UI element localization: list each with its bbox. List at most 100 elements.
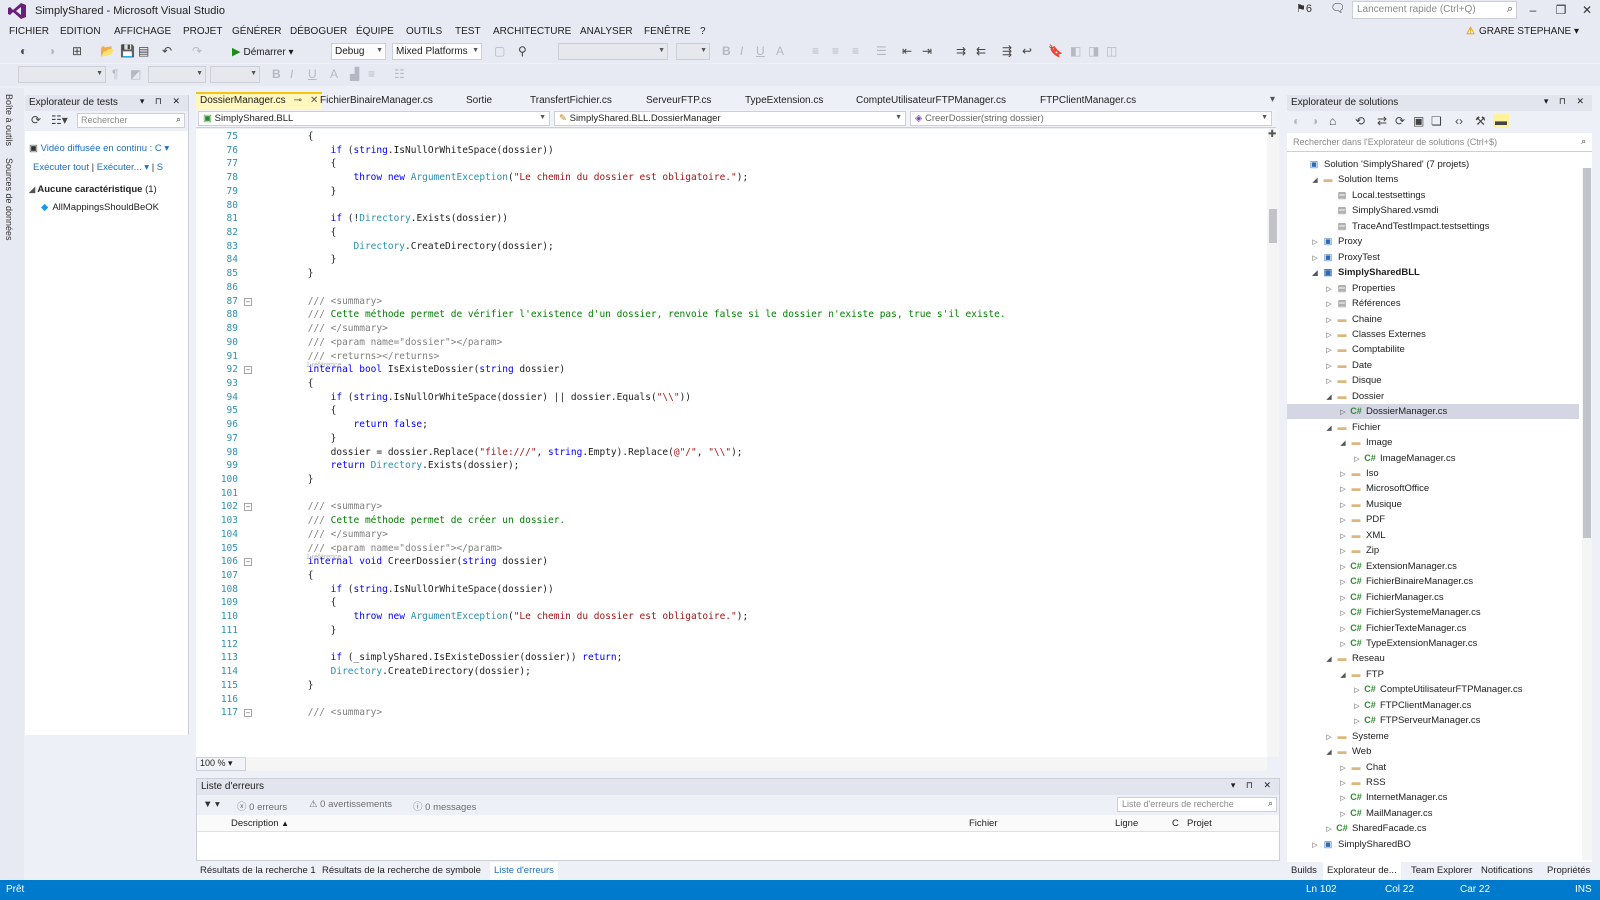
code-line[interactable]: 111 } — [196, 624, 1267, 638]
save-all-icon[interactable]: ▤ — [138, 44, 149, 58]
expand-icon[interactable]: ▷ — [1351, 699, 1363, 714]
expand-icon[interactable]: ▷ — [1351, 714, 1363, 729]
menu-help[interactable]: ? — [700, 26, 706, 37]
notifications-flag[interactable]: ⚑6 — [1296, 2, 1312, 15]
close-button[interactable]: ✕ — [1576, 3, 1598, 19]
expand-icon[interactable]: ▷ — [1337, 637, 1349, 652]
solution-tree-item[interactable]: ▷ C# FichierManager.cs — [1287, 590, 1579, 605]
menu-equipe[interactable]: ÉQUIPE — [356, 26, 394, 37]
solution-tree-item[interactable]: ◢ ▣ SimplySharedBLL — [1287, 265, 1579, 280]
restore-button[interactable]: ❐ — [1550, 3, 1572, 19]
solution-tree-item[interactable]: ▷ ▬ Disque — [1287, 373, 1579, 388]
menu-affichage[interactable]: AFFICHAGE — [114, 26, 171, 37]
forward-icon[interactable]: ◑ — [1311, 114, 1318, 128]
preview-icon[interactable]: ▬ — [1493, 114, 1509, 128]
solution-scrollbar[interactable] — [1582, 168, 1592, 860]
code-line[interactable]: 88 /// Cette méthode permet de vérifier … — [196, 308, 1267, 322]
solution-tree-item[interactable]: ▤ SimplyShared.vsmdi — [1287, 203, 1579, 218]
code-line[interactable]: 90 /// <param name="dossier"></param> — [196, 336, 1267, 350]
errors-toggle[interactable]: ⓧ 0 erreurs — [237, 799, 287, 813]
tab-fichierbinairemanager[interactable]: FichierBinaireManager.cs — [316, 92, 437, 110]
code-line[interactable]: 78 throw new ArgumentException("Le chemi… — [196, 171, 1267, 185]
solution-search-input[interactable]: Rechercher dans l'Explorateur de solutio… — [1287, 135, 1592, 152]
style-icon[interactable]: ◩ — [130, 67, 141, 81]
collapse-icon[interactable]: ◢ — [1309, 173, 1321, 188]
expand-icon[interactable]: ▷ — [1309, 235, 1321, 250]
tab-typeextension[interactable]: TypeExtension.cs — [741, 92, 827, 110]
minimize-button[interactable]: – — [1522, 3, 1544, 19]
col-fichier[interactable]: Fichier — [969, 818, 998, 829]
expand-icon[interactable]: ▷ — [1337, 575, 1349, 590]
code-line[interactable]: 93 { — [196, 377, 1267, 391]
align-right-icon[interactable]: ≡ — [852, 44, 859, 58]
code-line[interactable]: 104 /// </summary> — [196, 528, 1267, 542]
code-line[interactable]: 102− /// <summary> — [196, 500, 1267, 514]
code-line[interactable]: 75 { — [196, 130, 1267, 144]
align-center-icon[interactable]: ≡ — [832, 44, 839, 58]
collapse-icon[interactable]: ◢ — [1323, 421, 1335, 436]
solution-tree-item[interactable]: ▷ C# FichierBinaireManager.cs — [1287, 574, 1579, 589]
collapse-icon[interactable]: − — [244, 297, 252, 306]
tab-ftpclientmanager[interactable]: FTPClientManager.cs — [1036, 92, 1140, 110]
code-line[interactable]: 103 /// Cette méthode permet de créer un… — [196, 514, 1267, 528]
font-color-icon[interactable]: A — [776, 44, 784, 58]
comment-icon[interactable]: ⇤ — [902, 44, 912, 58]
solution-tree-item[interactable]: ◢ ▬ Image — [1287, 435, 1579, 450]
class-dropdown[interactable]: ✎ SimplyShared.BLL.DossierManager ▼ — [554, 111, 906, 126]
solution-tree-item[interactable]: ▷ C# ImageManager.cs — [1287, 451, 1579, 466]
expand-icon[interactable]: ▷ — [1323, 359, 1335, 374]
tab-transfertfichier[interactable]: TransfertFichier.cs — [526, 92, 616, 110]
code-line[interactable]: 115 } — [196, 679, 1267, 693]
underline-icon[interactable]: U — [756, 44, 765, 58]
format-icon[interactable]: ⇶ — [1002, 44, 1012, 58]
collapse-icon[interactable]: ◢ — [1337, 436, 1349, 451]
solution-tree-item[interactable]: ▷ C# FichierTexteManager.cs — [1287, 621, 1579, 636]
solution-tree-item[interactable]: ▷ ▬ RSS — [1287, 775, 1579, 790]
code-line[interactable]: 89 /// </summary> — [196, 322, 1267, 336]
filter-icon[interactable]: ▼ ▾ — [203, 799, 220, 810]
run-all-link[interactable]: Exécuter tout — [33, 162, 89, 173]
expand-icon[interactable]: ▷ — [1337, 776, 1349, 791]
configuration-select[interactable]: Debug ▼ — [331, 43, 386, 60]
save-icon[interactable]: 💾 — [120, 44, 135, 58]
find-combo[interactable]: ▼ — [558, 43, 668, 60]
prev-bookmark-icon[interactable]: ◧ — [1070, 44, 1081, 58]
solution-tree-item[interactable]: ◢ ▬ Fichier — [1287, 420, 1579, 435]
back-icon[interactable]: ◐ — [20, 44, 27, 58]
solution-tree-item[interactable]: ▷ C# MailManager.cs — [1287, 806, 1579, 821]
tab-solution-explorer[interactable]: Explorateur de... — [1323, 862, 1401, 880]
expand-icon[interactable]: ▷ — [1337, 622, 1349, 637]
col-projet[interactable]: Projet — [1187, 818, 1212, 829]
code-line[interactable]: 80 — [196, 199, 1267, 213]
collapse-icon[interactable]: ◢ — [1323, 745, 1335, 760]
solution-tree-item[interactable]: ▷ ▣ ProxyTest — [1287, 250, 1579, 265]
solution-tree-item[interactable]: ▤ Local.testsettings — [1287, 188, 1579, 203]
project-dropdown[interactable]: ▣ SimplyShared.BLL ▼ — [198, 111, 550, 126]
code-line[interactable]: 82 { — [196, 226, 1267, 240]
expand-icon[interactable]: ▷ — [1337, 498, 1349, 513]
split-icon[interactable]: ✚ — [1268, 129, 1276, 140]
solution-tree-item[interactable]: ◢ ▬ FTP — [1287, 667, 1579, 682]
tab-serveurftp[interactable]: ServeurFTP.cs — [642, 92, 715, 110]
tab-team-explorer[interactable]: Team Explorer — [1407, 862, 1476, 880]
solution-tree-item[interactable]: ▷ C# FTPClientManager.cs — [1287, 698, 1579, 713]
tab-proprietes[interactable]: Propriétés — [1543, 862, 1594, 880]
style-combo[interactable]: ▼ — [18, 66, 106, 83]
code-line[interactable]: 105 /// <param name="dossier"></param> — [196, 542, 1267, 556]
sync-icon[interactable]: ⟲ — [1355, 114, 1365, 128]
code-editor[interactable]: 75 {76 if (string.IsNullOrWhiteSpace(dos… — [196, 129, 1267, 757]
code-line[interactable]: 94 if (string.IsNullOrWhiteSpace(dossier… — [196, 391, 1267, 405]
panel-controls[interactable]: ▾ ⊓ ✕ — [1231, 780, 1275, 791]
expand-icon[interactable]: ▷ — [1309, 251, 1321, 266]
solution-tree-item[interactable]: ▷ ▤ Properties — [1287, 281, 1579, 296]
tab-overflow-icon[interactable]: ▾ — [1270, 94, 1275, 105]
data-sources-tab[interactable]: Sources de données — [4, 158, 14, 241]
expand-icon[interactable]: ▷ — [1351, 452, 1363, 467]
expand-icon[interactable]: ▷ — [1323, 297, 1335, 312]
tab-compteutilisateurftpmanager[interactable]: CompteUtilisateurFTPManager.cs — [852, 92, 1010, 110]
toolbox-tab[interactable]: Boîte à outils — [4, 94, 14, 146]
tab-search-results-1[interactable]: Résultats de la recherche 1 — [196, 862, 320, 880]
code-line[interactable]: 98 dossier = dossier.Replace("file:///",… — [196, 446, 1267, 460]
zoom-select[interactable]: 100 % ▾ — [196, 757, 246, 771]
quick-launch-input[interactable]: Lancement rapide (Ctrl+Q) ⌕ — [1352, 1, 1517, 19]
